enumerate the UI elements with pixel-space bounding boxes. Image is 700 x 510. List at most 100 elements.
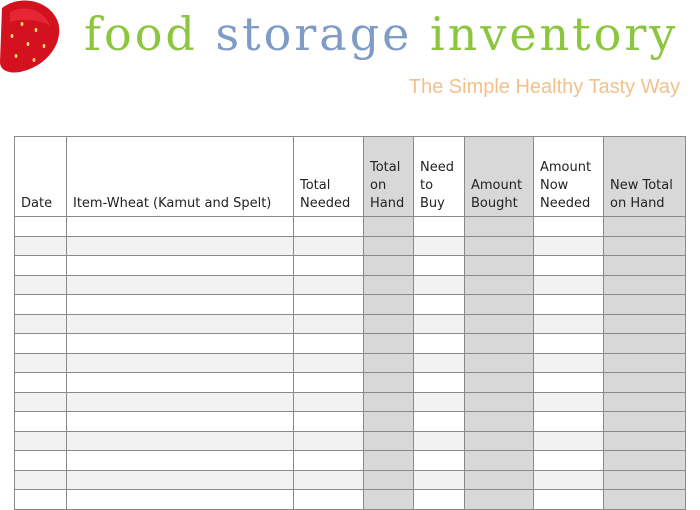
table-cell[interactable] xyxy=(14,391,67,412)
table-cell[interactable] xyxy=(66,313,294,334)
table-cell[interactable] xyxy=(14,235,67,256)
table-cell[interactable] xyxy=(293,216,364,237)
table-cell[interactable] xyxy=(413,450,465,471)
table-cell[interactable] xyxy=(464,216,534,237)
table-cell[interactable] xyxy=(363,450,414,471)
table-cell[interactable] xyxy=(603,274,686,295)
table-cell[interactable] xyxy=(363,391,414,412)
table-cell[interactable] xyxy=(413,372,465,393)
table-cell[interactable] xyxy=(533,235,604,256)
table-cell[interactable] xyxy=(533,333,604,354)
table-cell[interactable] xyxy=(533,274,604,295)
table-cell[interactable] xyxy=(363,313,414,334)
table-cell[interactable] xyxy=(66,411,294,432)
table-cell[interactable] xyxy=(533,352,604,373)
table-cell[interactable] xyxy=(363,489,414,510)
table-cell[interactable] xyxy=(363,430,414,451)
table-cell[interactable] xyxy=(413,216,465,237)
table-cell[interactable] xyxy=(533,489,604,510)
table-cell[interactable] xyxy=(533,469,604,490)
table-cell[interactable] xyxy=(464,313,534,334)
table-cell[interactable] xyxy=(413,333,465,354)
table-cell[interactable] xyxy=(464,294,534,315)
table-cell[interactable] xyxy=(533,411,604,432)
table-cell[interactable] xyxy=(14,274,67,295)
table-cell[interactable] xyxy=(464,255,534,276)
table-cell[interactable] xyxy=(533,430,604,451)
table-cell[interactable] xyxy=(464,372,534,393)
table-cell[interactable] xyxy=(66,430,294,451)
table-cell[interactable] xyxy=(464,333,534,354)
table-cell[interactable] xyxy=(293,469,364,490)
table-cell[interactable] xyxy=(14,411,67,432)
table-cell[interactable] xyxy=(14,352,67,373)
table-cell[interactable] xyxy=(14,216,67,237)
table-cell[interactable] xyxy=(464,469,534,490)
table-cell[interactable] xyxy=(533,450,604,471)
table-cell[interactable] xyxy=(464,274,534,295)
table-cell[interactable] xyxy=(533,391,604,412)
table-cell[interactable] xyxy=(363,469,414,490)
table-cell[interactable] xyxy=(533,313,604,334)
table-cell[interactable] xyxy=(413,255,465,276)
table-cell[interactable] xyxy=(603,235,686,256)
table-cell[interactable] xyxy=(603,430,686,451)
table-cell[interactable] xyxy=(14,294,67,315)
table-cell[interactable] xyxy=(363,294,414,315)
table-cell[interactable] xyxy=(293,489,364,510)
table-cell[interactable] xyxy=(293,391,364,412)
table-cell[interactable] xyxy=(293,333,364,354)
table-cell[interactable] xyxy=(533,372,604,393)
table-cell[interactable] xyxy=(464,430,534,451)
table-cell[interactable] xyxy=(413,489,465,510)
table-cell[interactable] xyxy=(603,313,686,334)
table-cell[interactable] xyxy=(363,333,414,354)
table-cell[interactable] xyxy=(293,255,364,276)
table-cell[interactable] xyxy=(603,333,686,354)
table-cell[interactable] xyxy=(66,489,294,510)
table-cell[interactable] xyxy=(603,255,686,276)
table-cell[interactable] xyxy=(66,255,294,276)
table-cell[interactable] xyxy=(66,372,294,393)
table-cell[interactable] xyxy=(66,294,294,315)
table-cell[interactable] xyxy=(464,352,534,373)
table-cell[interactable] xyxy=(464,411,534,432)
table-cell[interactable] xyxy=(363,372,414,393)
table-cell[interactable] xyxy=(464,391,534,412)
table-cell[interactable] xyxy=(14,372,67,393)
table-cell[interactable] xyxy=(66,450,294,471)
table-cell[interactable] xyxy=(413,430,465,451)
table-cell[interactable] xyxy=(603,411,686,432)
table-cell[interactable] xyxy=(293,235,364,256)
table-cell[interactable] xyxy=(293,430,364,451)
table-cell[interactable] xyxy=(413,352,465,373)
table-cell[interactable] xyxy=(464,489,534,510)
table-cell[interactable] xyxy=(413,411,465,432)
table-cell[interactable] xyxy=(66,391,294,412)
table-cell[interactable] xyxy=(293,411,364,432)
table-cell[interactable] xyxy=(66,469,294,490)
table-cell[interactable] xyxy=(363,255,414,276)
table-cell[interactable] xyxy=(413,313,465,334)
table-cell[interactable] xyxy=(293,450,364,471)
table-cell[interactable] xyxy=(66,235,294,256)
table-cell[interactable] xyxy=(14,313,67,334)
table-cell[interactable] xyxy=(603,489,686,510)
table-cell[interactable] xyxy=(293,294,364,315)
table-cell[interactable] xyxy=(603,450,686,471)
table-cell[interactable] xyxy=(603,469,686,490)
table-cell[interactable] xyxy=(66,274,294,295)
table-cell[interactable] xyxy=(14,255,67,276)
table-cell[interactable] xyxy=(14,430,67,451)
table-cell[interactable] xyxy=(14,333,67,354)
table-cell[interactable] xyxy=(603,216,686,237)
table-cell[interactable] xyxy=(293,352,364,373)
table-cell[interactable] xyxy=(464,235,534,256)
table-cell[interactable] xyxy=(464,450,534,471)
table-cell[interactable] xyxy=(363,274,414,295)
table-cell[interactable] xyxy=(363,216,414,237)
table-cell[interactable] xyxy=(413,274,465,295)
table-cell[interactable] xyxy=(413,391,465,412)
table-cell[interactable] xyxy=(14,489,67,510)
table-cell[interactable] xyxy=(14,450,67,471)
